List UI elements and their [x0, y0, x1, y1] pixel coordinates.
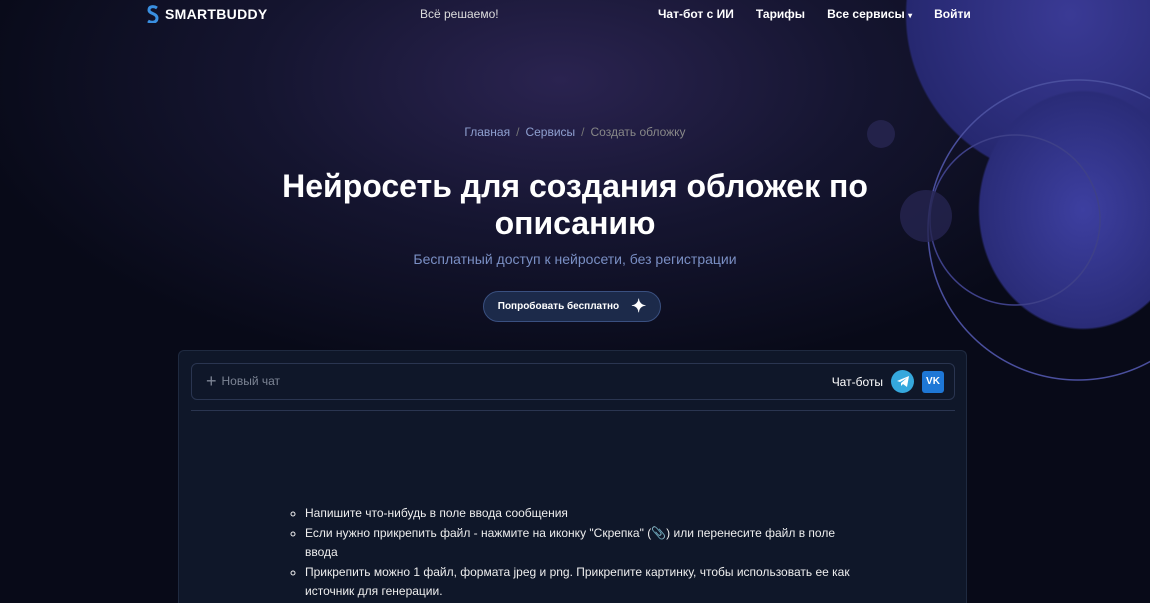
divider	[191, 410, 955, 411]
breadcrumb-separator: /	[516, 125, 520, 139]
breadcrumb-current: Создать обложку	[590, 125, 686, 139]
plus-icon: +	[206, 371, 217, 391]
list-item: Напишите что-нибудь в поле ввода сообщен…	[305, 504, 851, 524]
chat-panel: + Новый чат Чат-боты VK Напишите что-нибу…	[178, 350, 967, 603]
paperclip-icon: 📎	[651, 525, 667, 540]
logo-text: SMARTBUDDY	[165, 6, 268, 22]
nav-login[interactable]: Войти	[934, 7, 971, 21]
sparkle-icon: ✦	[631, 296, 647, 316]
list-item-text: Если нужно прикрепить файл - нажмите на …	[305, 525, 652, 540]
try-free-label: Попробовать бесплатно	[497, 301, 620, 312]
caret-down-icon: ▾	[908, 11, 913, 20]
logo[interactable]: SMARTBUDDY	[146, 5, 268, 23]
try-free-button[interactable]: Попробовать бесплатно ✦	[483, 291, 661, 322]
page-subtitle: Бесплатный доступ к нейросети, без регис…	[413, 251, 737, 267]
nav-chatbot[interactable]: Чат-бот с ИИ	[658, 7, 734, 21]
top-nav: SMARTBUDDY Всё решаемо! Чат-бот с ИИ Тар…	[0, 0, 1150, 28]
nav-all-services[interactable]: Все сервисы ▾	[827, 7, 912, 21]
breadcrumb-services[interactable]: Сервисы	[525, 125, 575, 139]
list-item: Если нужно прикрепить файл - нажмите на …	[305, 524, 851, 563]
page-title: Нейросеть для создания обложек по описан…	[0, 168, 1150, 242]
chatbots-label: Чат-боты	[831, 374, 883, 389]
breadcrumb-separator: /	[581, 125, 585, 139]
vk-icon[interactable]: VK	[922, 370, 944, 393]
instructions-list: Напишите что-нибудь в поле ввода сообщен…	[291, 504, 851, 602]
nav-tariffs[interactable]: Тарифы	[756, 7, 805, 21]
nav-all-services-label: Все сервисы	[827, 7, 905, 21]
new-chat-label: Новый чат	[221, 374, 281, 388]
slogan: Всё решаемо!	[420, 7, 499, 21]
page-title-text: Нейросеть для создания обложек по описан…	[282, 168, 868, 241]
new-chat-button[interactable]: + Новый чат	[206, 371, 281, 391]
list-item: Прикрепить можно 1 файл, формата jpeg и …	[305, 563, 851, 602]
breadcrumb: Главная / Сервисы / Создать обложку	[0, 125, 1150, 139]
chat-toolbar: + Новый чат Чат-боты VK	[191, 363, 955, 400]
telegram-icon[interactable]	[891, 370, 914, 393]
logo-icon	[147, 5, 159, 23]
breadcrumb-home[interactable]: Главная	[464, 125, 510, 139]
